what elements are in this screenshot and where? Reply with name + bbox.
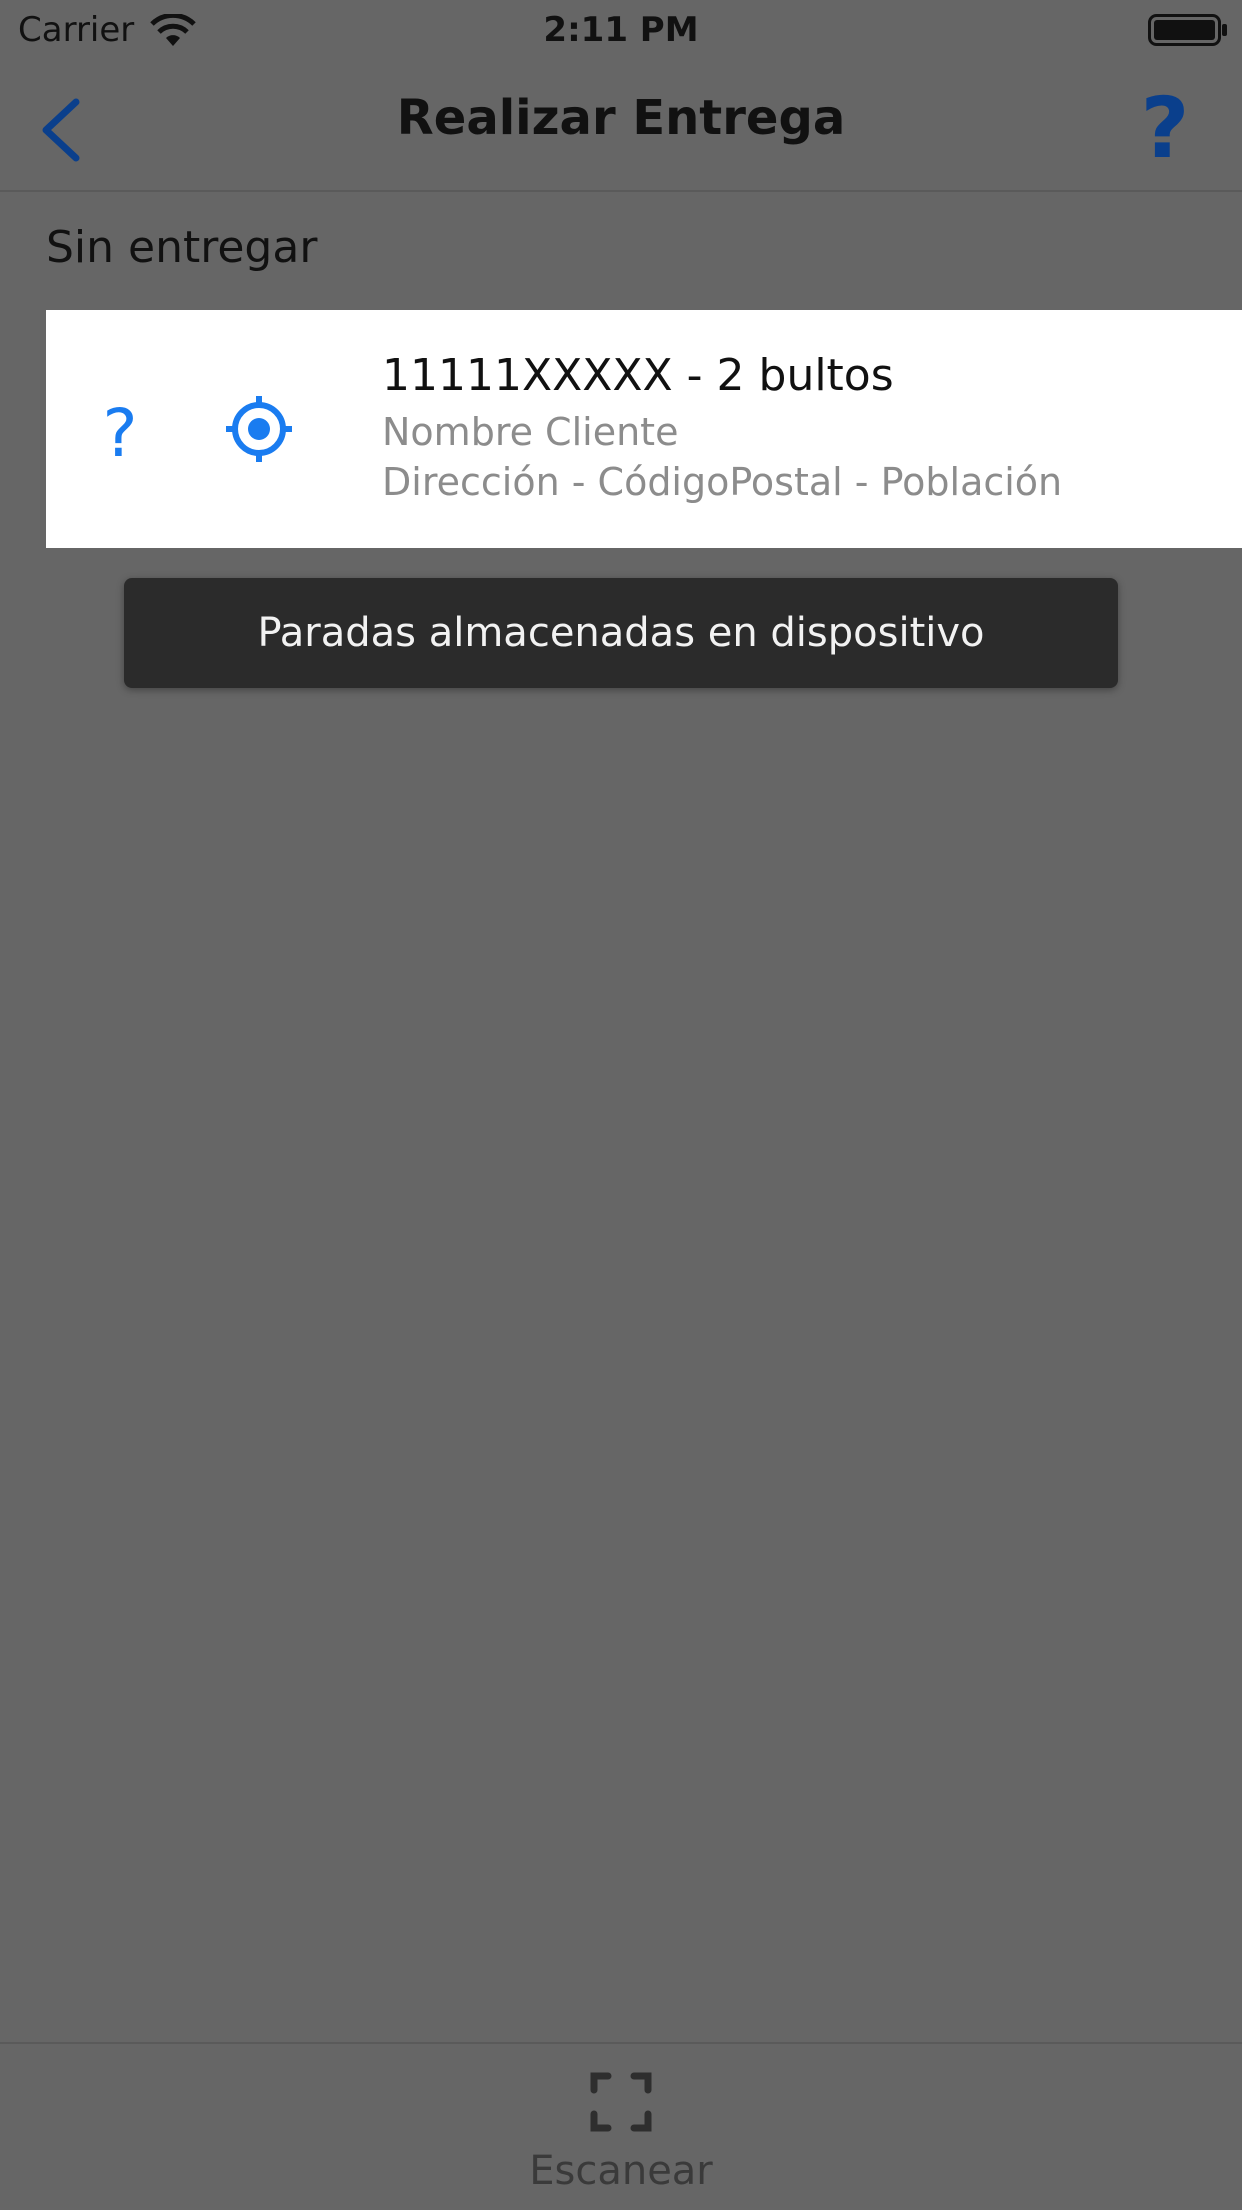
- toast-notification: Paradas almacenadas en dispositivo: [124, 578, 1118, 688]
- client-address: Dirección - CódigoPostal - Población: [382, 460, 1063, 504]
- delivery-title: 11111XXXXX - 2 bultos: [382, 350, 894, 401]
- toast-message: Paradas almacenadas en dispositivo: [257, 610, 985, 656]
- navigation-bar: Realizar Entrega ?: [0, 60, 1242, 192]
- help-button[interactable]: ?: [1120, 78, 1210, 178]
- bottom-toolbar: Escanear: [0, 2042, 1242, 2210]
- status-question-icon: ?: [102, 395, 138, 472]
- scan-frame-icon: [590, 2072, 652, 2132]
- scan-button[interactable]: Escanear: [521, 2072, 721, 2202]
- scan-label: Escanear: [529, 2148, 713, 2194]
- target-icon[interactable]: [226, 396, 292, 462]
- section-header: Sin entregar: [46, 222, 318, 273]
- status-time: 2:11 PM: [543, 10, 699, 50]
- delivery-row[interactable]: ? 11111XXXXX - 2 bultos Nombre Cliente D…: [46, 310, 1242, 548]
- battery-icon: [1148, 14, 1227, 46]
- status-bar: Carrier 2:11 PM: [0, 0, 1242, 60]
- client-name: Nombre Cliente: [382, 410, 679, 454]
- page-title: Realizar Entrega: [396, 90, 846, 146]
